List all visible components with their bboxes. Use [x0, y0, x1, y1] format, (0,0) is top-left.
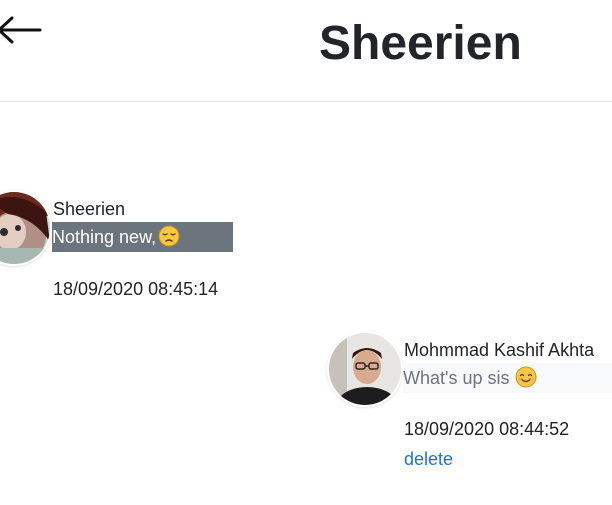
avatar-kashif[interactable]	[329, 333, 401, 405]
message-timestamp: 18/09/2020 08:44:52	[404, 419, 570, 439]
message-text: Nothing new,	[52, 227, 157, 247]
message-timestamp: 18/09/2020 08:45:14	[53, 279, 219, 299]
back-button[interactable]	[0, 14, 44, 50]
message-sender: Mohmmad Kashif Akhta	[404, 340, 595, 360]
message-text: What's up sis	[403, 368, 510, 388]
chat-header: Sheerien	[0, 0, 612, 102]
avatar-sheerien[interactable]	[0, 192, 50, 264]
pensive-face-emoji-icon	[158, 225, 180, 253]
message-sender: Sheerien	[53, 199, 126, 219]
page-title: Sheerien	[319, 17, 522, 70]
message-bubble-outgoing: What's up sis	[403, 363, 612, 393]
delete-message-link[interactable]: delete	[404, 448, 453, 470]
arrow-left-icon	[0, 16, 42, 44]
smiling-face-emoji-icon	[515, 366, 537, 394]
message-bubble-incoming: Nothing new,	[52, 222, 233, 252]
